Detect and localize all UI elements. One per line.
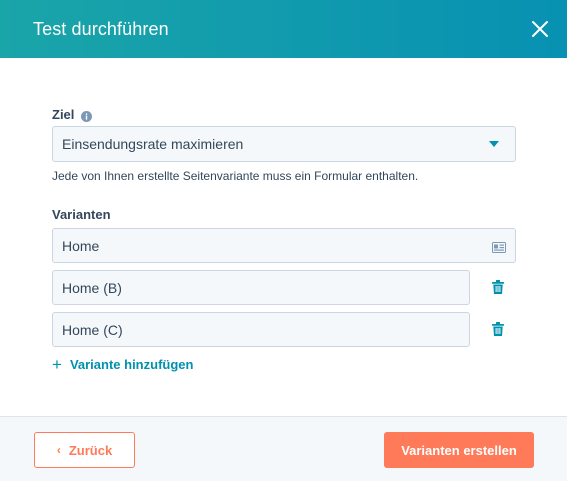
chevron-down-icon — [489, 141, 499, 147]
add-variant-label: Variante hinzufügen — [69, 357, 194, 372]
variant-name: Home (C) — [62, 321, 123, 338]
trash-icon[interactable] — [492, 322, 504, 336]
create-variants-button[interactable]: Varianten erstellen — [384, 432, 534, 468]
variant-field-home[interactable]: Home — [52, 228, 516, 263]
add-variant-link[interactable]: + Variante hinzufügen — [52, 355, 194, 374]
goal-select-value: Einsendungsrate maximieren — [62, 136, 244, 152]
dialog-footer: ‹ Zurück Varianten erstellen — [0, 416, 567, 481]
dialog-title: Test durchführen — [33, 19, 169, 39]
create-button-label: Varianten erstellen — [401, 442, 517, 458]
back-button-label: Zurück — [68, 442, 113, 458]
goal-select[interactable]: Einsendungsrate maximieren — [52, 126, 516, 162]
variants-label: Varianten — [52, 207, 111, 222]
variant-name: Home — [62, 237, 100, 254]
chevron-left-icon: ‹ — [56, 443, 61, 457]
variant-field-home-b[interactable]: Home (B) — [52, 270, 470, 305]
close-icon[interactable] — [530, 19, 550, 39]
back-button[interactable]: ‹ Zurück — [34, 432, 135, 468]
plus-icon: + — [52, 355, 62, 374]
dialog-header: Test durchführen — [0, 0, 567, 58]
card-icon — [492, 240, 506, 256]
goal-label: Ziel — [52, 107, 75, 122]
goal-help-text: Jede von Ihnen erstellte Seitenvariante … — [52, 169, 419, 183]
trash-icon[interactable] — [492, 280, 504, 294]
variant-name: Home (B) — [62, 279, 122, 296]
test-dialog: Test durchführen Ziel Einsendungsrate ma… — [0, 0, 567, 481]
variant-field-home-c[interactable]: Home (C) — [52, 312, 470, 347]
info-icon[interactable] — [81, 109, 92, 122]
